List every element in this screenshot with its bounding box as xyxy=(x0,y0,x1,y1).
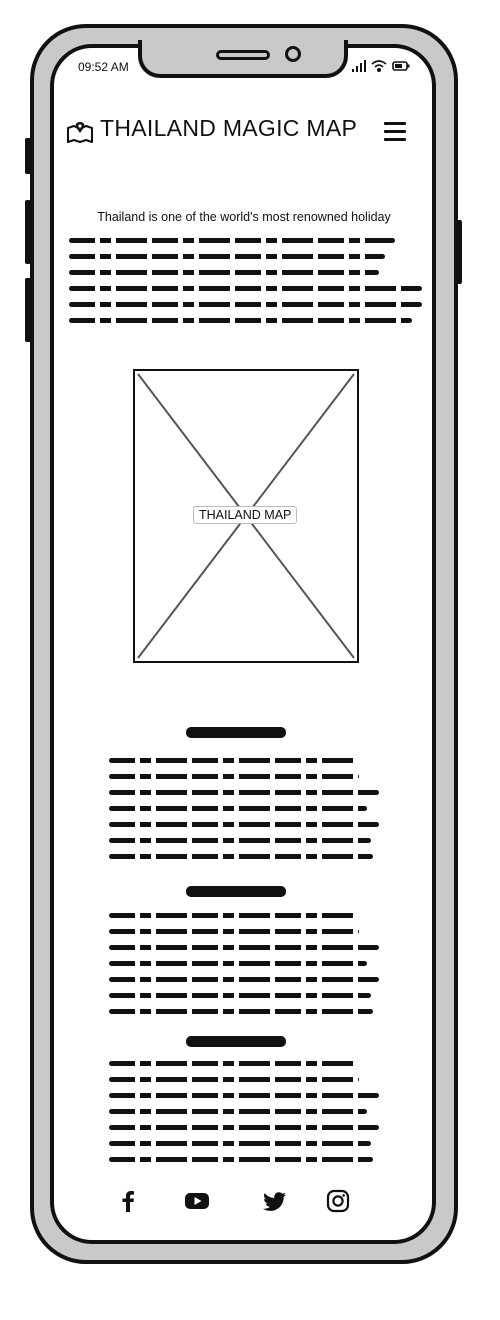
wifi-icon xyxy=(371,60,387,73)
section-text-line xyxy=(109,822,379,827)
section-text-line xyxy=(109,774,359,779)
section-text-line xyxy=(109,790,379,795)
section-text-line xyxy=(109,1061,355,1066)
section-text-line xyxy=(109,1093,379,1098)
section-text-line xyxy=(109,993,371,998)
section-text-line xyxy=(109,806,367,811)
section-heading xyxy=(186,1036,286,1047)
page-title: THAILAND MAGIC MAP xyxy=(100,115,358,141)
facebook-icon[interactable] xyxy=(115,1188,141,1214)
section-text-line xyxy=(109,838,371,843)
section-heading xyxy=(186,727,286,738)
speaker-grille xyxy=(216,50,270,60)
section-heading xyxy=(186,886,286,897)
section-text-line xyxy=(109,929,359,934)
section-text-line xyxy=(109,854,373,859)
intro-text-line xyxy=(69,254,385,259)
front-camera xyxy=(285,46,301,62)
map-label: THAILAND MAP xyxy=(193,506,298,524)
intro-text-line xyxy=(69,238,395,243)
signal-icon xyxy=(352,60,366,72)
battery-icon xyxy=(392,61,410,71)
section-text-line xyxy=(109,1125,379,1130)
intro-text-line xyxy=(69,302,422,307)
hamburger-menu-icon[interactable] xyxy=(384,122,406,142)
twitter-icon[interactable] xyxy=(262,1188,288,1214)
section-text-line xyxy=(109,758,355,763)
section-text-line xyxy=(109,1009,373,1014)
section-text-line xyxy=(109,1141,371,1146)
status-icons xyxy=(352,60,410,73)
side-button-volume-down xyxy=(25,278,31,342)
intro-text-line xyxy=(69,318,412,323)
section-text-line xyxy=(109,961,367,966)
intro-heading: Thailand is one of the world's most reno… xyxy=(97,210,391,224)
intro-text-line xyxy=(69,270,379,275)
section-text-line xyxy=(109,913,355,918)
section-text-line xyxy=(109,1109,367,1114)
section-text-line xyxy=(109,1157,373,1162)
section-text-line xyxy=(109,977,379,982)
intro-text-line xyxy=(69,286,422,291)
section-text-line xyxy=(109,1077,359,1082)
section-text-line xyxy=(109,945,379,950)
side-button-power xyxy=(456,220,462,284)
map-marker-icon xyxy=(67,122,93,143)
side-button-volume-up xyxy=(25,200,31,264)
side-button-mute xyxy=(25,138,31,174)
status-time: 09:52 AM xyxy=(78,60,129,74)
youtube-icon[interactable] xyxy=(184,1188,210,1214)
instagram-icon[interactable] xyxy=(325,1188,351,1214)
